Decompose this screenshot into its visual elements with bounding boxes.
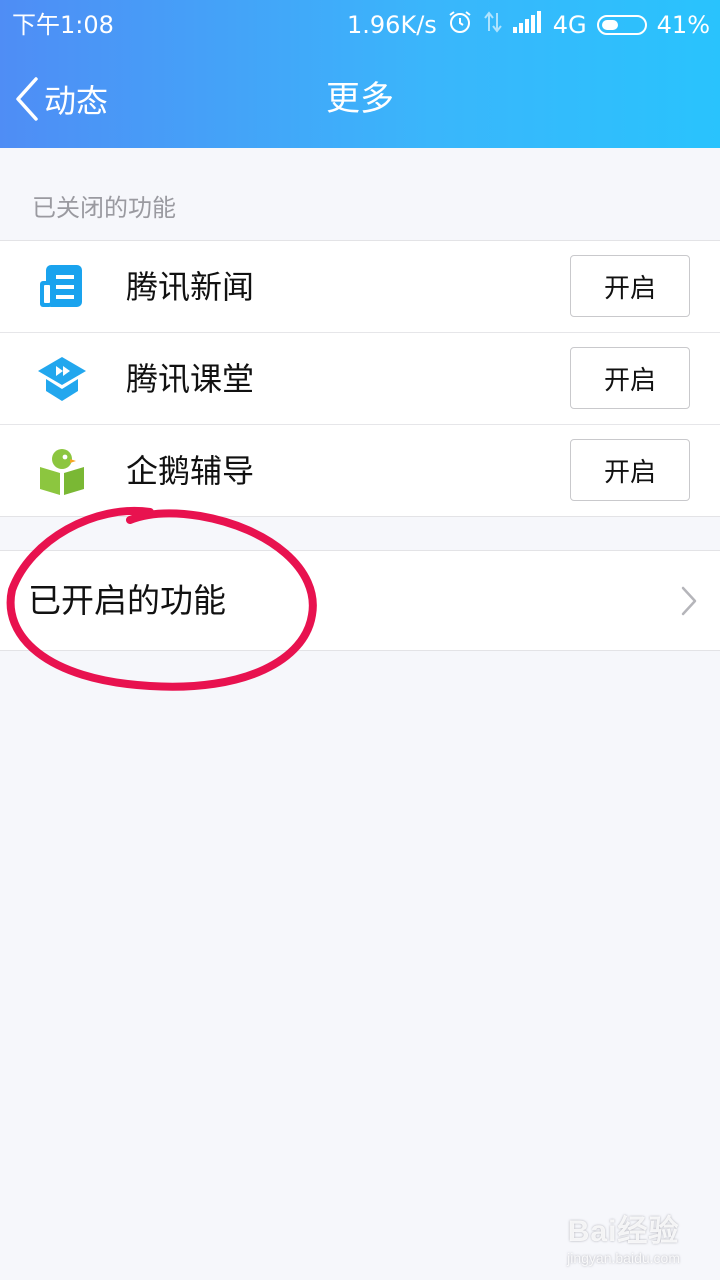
app-header: 下午1:08 1.96K/s 4G 41% 动态 更多 (0, 0, 720, 148)
watermark-url: jingyan.baidu.com (567, 1250, 680, 1266)
tencent-news-icon (40, 265, 82, 307)
list-item-tencent-news: 腾讯新闻 开启 (0, 241, 720, 333)
enabled-features-label: 已开启的功能 (28, 581, 226, 620)
signal-icon (512, 11, 543, 39)
battery-percent: 41% (656, 11, 710, 39)
watermark-logo: Bai经验 (567, 1215, 680, 1248)
tencent-classroom-icon (38, 357, 86, 401)
nav-bar: 动态 更多 (0, 50, 720, 148)
enabled-features-row[interactable]: 已开启的功能 (0, 550, 720, 651)
network-type: 4G (552, 11, 587, 39)
network-speed: 1.96K/s (347, 11, 437, 39)
page-title: 更多 (326, 79, 394, 119)
status-time: 下午1:08 (12, 11, 114, 39)
chevron-right-icon (681, 586, 697, 616)
item-label: 腾讯新闻 (126, 268, 255, 306)
enable-tencent-classroom-button[interactable]: 开启 (570, 347, 690, 409)
penguin-tutor-icon (40, 449, 84, 495)
item-label: 企鹅辅导 (126, 452, 255, 490)
list-item-tencent-classroom: 腾讯课堂 开启 (0, 333, 720, 425)
enable-penguin-tutor-button[interactable]: 开启 (570, 439, 690, 501)
list-item-penguin-tutor: 企鹅辅导 开启 (0, 425, 720, 516)
status-bar: 下午1:08 1.96K/s 4G 41% (0, 0, 720, 50)
baidu-jingyan-watermark: Bai经验 jingyan.baidu.com (567, 1206, 680, 1266)
enable-tencent-news-button[interactable]: 开启 (570, 255, 690, 317)
status-indicators: 1.96K/s 4G 41% (337, 8, 710, 42)
battery-fill (601, 20, 618, 30)
battery-icon (596, 15, 647, 35)
data-transfer-icon (483, 9, 503, 41)
closed-section-header: 已关闭的功能 (32, 194, 176, 222)
item-label: 腾讯课堂 (126, 360, 255, 398)
alarm-icon (447, 9, 473, 41)
closed-features-list: 腾讯新闻 开启 腾讯课堂 开启 企鹅辅导 开启 (0, 240, 720, 517)
